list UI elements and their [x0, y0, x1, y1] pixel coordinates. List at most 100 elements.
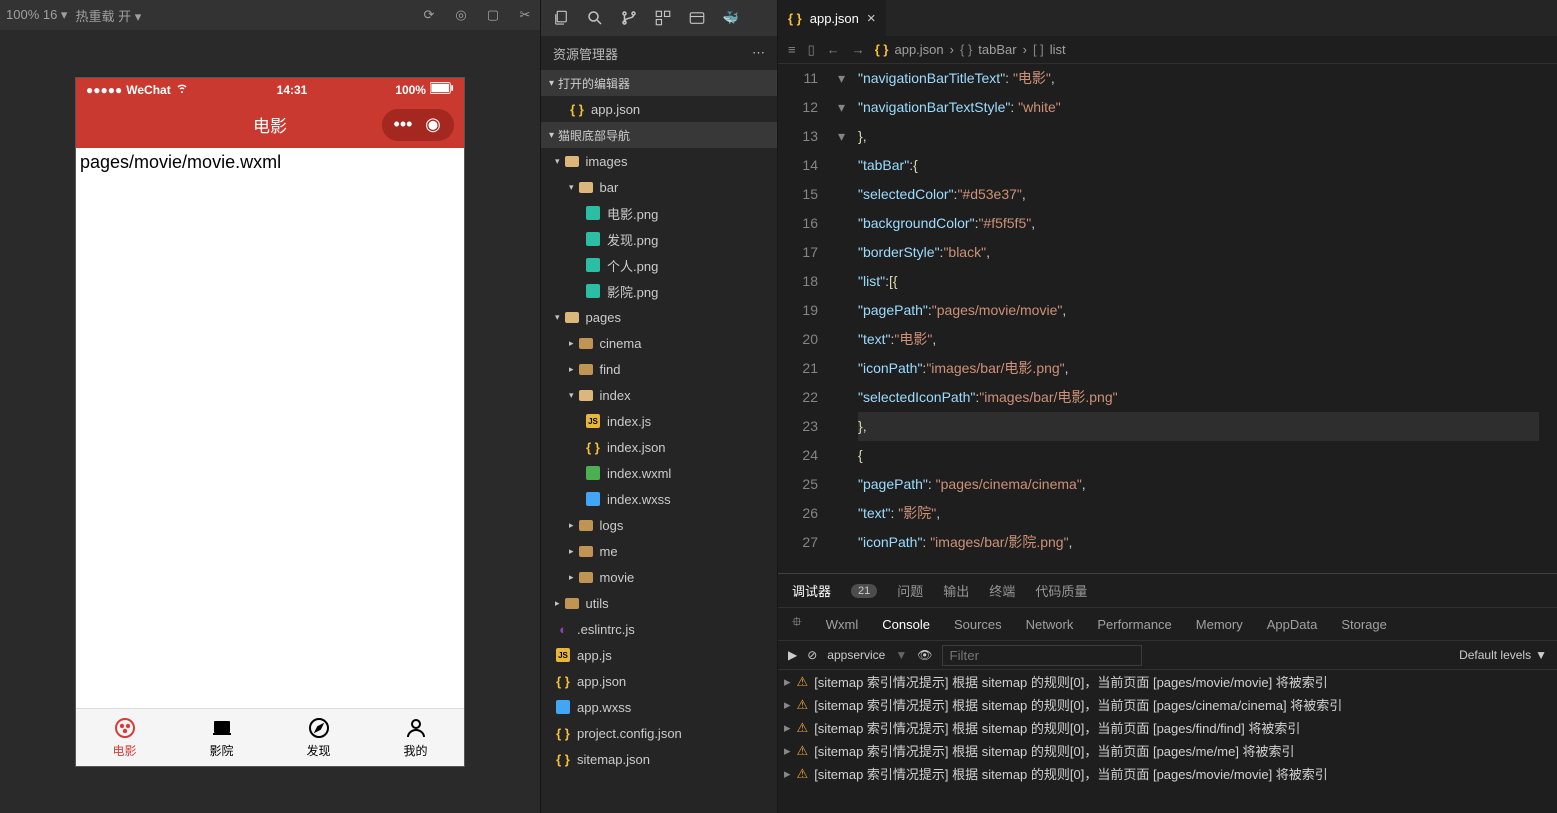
devtab-performance[interactable]: Performance [1097, 617, 1171, 632]
back-icon[interactable]: ← [827, 42, 840, 58]
panel-tabs: 调试器 21 问题 输出 终端 代码质量 [778, 574, 1557, 608]
phone-frame: ●●●●● WeChat 14:31 100% 电影 ••• [75, 77, 465, 767]
card-icon[interactable] [687, 8, 707, 28]
play-icon[interactable]: ▶ [788, 648, 797, 662]
file-eslintrc[interactable]: ◐.eslintrc.js [541, 616, 777, 642]
hot-reload-toggle[interactable]: 热重载 开 ▾ [75, 6, 141, 25]
close-icon[interactable]: ◉ [418, 110, 448, 140]
simulator-viewport: ●●●●● WeChat 14:31 100% 电影 ••• [0, 30, 540, 813]
project-section[interactable]: 猫眼底部导航 [541, 122, 777, 148]
file-js[interactable]: JSindex.js [541, 408, 777, 434]
eye-icon[interactable]: 👁 [917, 648, 932, 662]
clear-icon[interactable]: ⊘ [807, 648, 817, 662]
tab-find-label: 发现 [306, 742, 330, 759]
docker-icon[interactable]: 🐳 [721, 8, 741, 28]
fold-column[interactable]: ▾▾▾ [838, 64, 858, 573]
open-editors-section[interactable]: 打开的编辑器 [541, 70, 777, 96]
inspect-icon[interactable]: ⯐ [792, 613, 802, 635]
devtab-storage[interactable]: Storage [1341, 617, 1387, 632]
editor-panel: { } app.json × ≡ ▯ ← → { }app.json › { }… [778, 0, 1557, 813]
tab-find[interactable]: 发现 [270, 709, 367, 766]
code-editor[interactable]: 1112131415161718192021222324252627 ▾▾▾ "… [778, 64, 1557, 573]
cut-icon[interactable]: ✂ [516, 6, 534, 24]
refresh-icon[interactable]: ⟳ [420, 6, 438, 24]
more-icon[interactable]: ⋯ [752, 45, 765, 61]
editor-tab-appjson[interactable]: { } app.json × [778, 0, 887, 36]
file-appjs[interactable]: JSapp.js [541, 642, 777, 668]
file-wxml[interactable]: index.wxml [541, 460, 777, 486]
devtab-console[interactable]: Console [882, 617, 930, 632]
file-image[interactable]: 个人.png [541, 252, 777, 278]
folder-utils[interactable]: utils [541, 590, 777, 616]
console-output[interactable]: ▸⚠[sitemap 索引情况提示] 根据 sitemap 的规则[0]，当前页… [778, 670, 1557, 813]
panel-tab-problems[interactable]: 问题 [897, 581, 923, 600]
tab-movie[interactable]: 电影 [76, 709, 173, 766]
extensions-icon[interactable] [653, 8, 673, 28]
folder-index[interactable]: index [541, 382, 777, 408]
file-image[interactable]: 电影.png [541, 200, 777, 226]
context-selector[interactable]: appservice [827, 648, 885, 662]
panel-tab-debugger[interactable]: 调试器 [792, 581, 831, 600]
stop-icon[interactable]: ◎ [452, 6, 470, 24]
menu-icon[interactable]: ••• [388, 110, 418, 140]
files-icon[interactable] [551, 8, 571, 28]
panel-tab-quality[interactable]: 代码质量 [1035, 581, 1087, 600]
explorer-header: 资源管理器 ⋯ [541, 36, 777, 70]
folder-me[interactable]: me [541, 538, 777, 564]
battery-icon [430, 82, 454, 97]
code-content[interactable]: "navigationBarTitleText": "电影", "navigat… [858, 64, 1539, 573]
branch-icon[interactable] [619, 8, 639, 28]
devtools-tabs: ⯐ Wxml Console Sources Network Performan… [778, 608, 1557, 640]
capsule-buttons[interactable]: ••• ◉ [382, 109, 454, 141]
file-appwxss[interactable]: app.wxss [541, 694, 777, 720]
nav-title: 电影 [253, 112, 287, 137]
filter-input[interactable] [942, 645, 1142, 666]
minimap [1539, 64, 1557, 573]
zoom-level[interactable]: 100% 16 ▾ [6, 7, 67, 23]
tab-cinema[interactable]: 影院 [173, 709, 270, 766]
folder-logs[interactable]: logs [541, 512, 777, 538]
folder-cinema[interactable]: cinema [541, 330, 777, 356]
file-projectconfig[interactable]: { }project.config.json [541, 720, 777, 746]
devtab-appdata[interactable]: AppData [1267, 617, 1318, 632]
panel-tab-terminal[interactable]: 终端 [989, 581, 1015, 600]
folder-images[interactable]: images [541, 148, 777, 174]
file-json[interactable]: { }index.json [541, 434, 777, 460]
tab-bar: 电影 影院 发现 我的 [76, 708, 464, 766]
file-image[interactable]: 发现.png [541, 226, 777, 252]
breadcrumb-bar: ≡ ▯ ← → { }app.json › { }tabBar › [ ]lis… [778, 36, 1557, 64]
file-image[interactable]: 影院.png [541, 278, 777, 304]
status-bar: ●●●●● WeChat 14:31 100% [76, 78, 464, 102]
panel-tab-output[interactable]: 输出 [943, 581, 969, 600]
page-path-text: pages/movie/movie.wxml [80, 152, 281, 172]
forward-icon[interactable]: → [852, 42, 865, 58]
devtab-memory[interactable]: Memory [1196, 617, 1243, 632]
search-icon[interactable] [585, 8, 605, 28]
devtab-network[interactable]: Network [1026, 617, 1074, 632]
folder-bar[interactable]: bar [541, 174, 777, 200]
folder-movie[interactable]: movie [541, 564, 777, 590]
nav-bar: 电影 ••• ◉ [76, 102, 464, 148]
device-icon[interactable]: ▢ [484, 6, 502, 24]
bookmark-icon[interactable]: ▯ [808, 42, 815, 58]
folder-pages[interactable]: pages [541, 304, 777, 330]
tab-movie-label: 电影 [112, 742, 136, 759]
editor-tab-bar: { } app.json × [778, 0, 1557, 36]
line-numbers: 1112131415161718192021222324252627 [778, 64, 838, 573]
log-levels[interactable]: Default levels [1459, 648, 1531, 662]
devtab-wxml[interactable]: Wxml [826, 617, 859, 632]
tab-me[interactable]: 我的 [367, 709, 464, 766]
devtab-sources[interactable]: Sources [954, 617, 1002, 632]
tab-label: app.json [810, 11, 859, 26]
file-wxss[interactable]: index.wxss [541, 486, 777, 512]
console-toolbar: ▶ ⊘ appservice ▼ 👁 Default levels ▼ [778, 640, 1557, 670]
list-icon[interactable]: ≡ [788, 42, 796, 58]
close-tab-icon[interactable]: × [867, 10, 876, 27]
open-editor-item[interactable]: { }app.json [541, 96, 777, 122]
file-appjson[interactable]: { }app.json [541, 668, 777, 694]
simulator-toolbar: 100% 16 ▾ 热重载 开 ▾ ⟳ ◎ ▢ ✂ [0, 0, 540, 30]
file-tree: images bar 电影.png 发现.png 个人.png 影院.png p… [541, 148, 777, 772]
folder-find[interactable]: find [541, 356, 777, 382]
file-sitemap[interactable]: { }sitemap.json [541, 746, 777, 772]
breadcrumb[interactable]: { }app.json › { }tabBar › [ ]list [875, 42, 1066, 57]
